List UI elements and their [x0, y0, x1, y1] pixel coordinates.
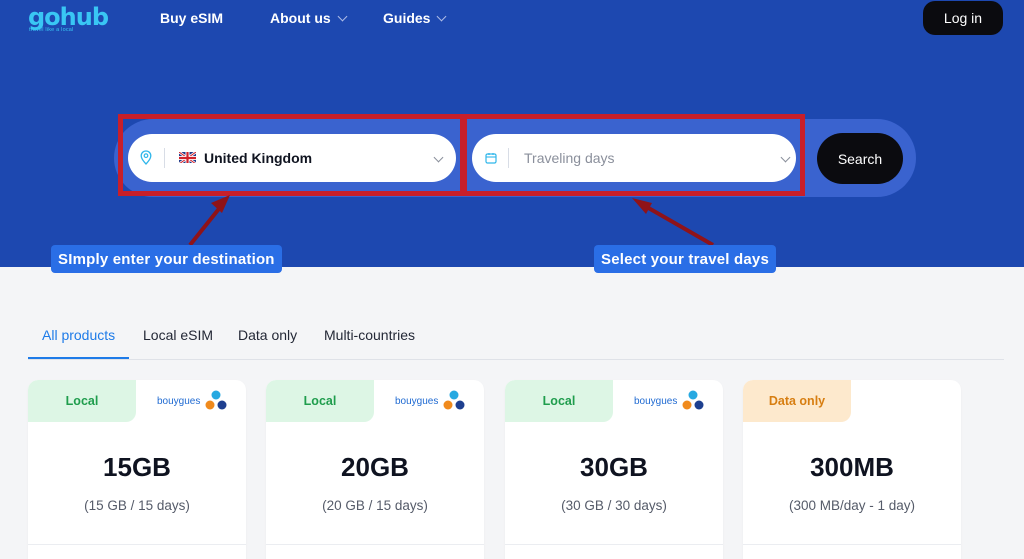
card-divider — [743, 544, 961, 545]
local-badge: Local — [28, 380, 136, 422]
product-card[interactable]: Local bouygues 15GB (15 GB / 15 days) — [28, 380, 246, 559]
bouygues-logo-icon — [443, 390, 465, 410]
bouygues-logo-icon — [682, 390, 704, 410]
destination-callout: SImply enter your destination — [51, 245, 282, 273]
data-only-badge: Data only — [743, 380, 851, 422]
product-card[interactable]: Local bouygues 30GB (30 GB / 30 days) — [505, 380, 723, 559]
operator-name: bouygues — [157, 395, 201, 407]
days-callout: Select your travel days — [594, 245, 777, 273]
plan-description: (15 GB / 15 days) — [84, 498, 190, 513]
tab-local-esim[interactable]: Local eSIM — [143, 327, 213, 343]
tab-data-only[interactable]: Data only — [238, 327, 297, 343]
destination-arrow — [188, 195, 230, 247]
plan-size: 300MB — [810, 452, 894, 482]
days-arrow — [632, 198, 714, 247]
product-card[interactable]: Data only 300MB (300 MB/day - 1 day) — [743, 380, 961, 559]
plan-description: (20 GB / 15 days) — [322, 498, 428, 513]
card-divider — [266, 544, 484, 545]
tab-all-products[interactable]: All products — [42, 327, 115, 343]
operator-logo: bouygues — [634, 390, 706, 412]
plan-size: 30GB — [580, 452, 648, 482]
plan-description: (300 MB/day - 1 day) — [788, 498, 916, 513]
operator-name: bouygues — [634, 395, 678, 407]
local-badge: Local — [266, 380, 374, 422]
bouygues-logo-icon — [205, 390, 227, 410]
operator-logo: bouygues — [157, 390, 229, 412]
product-tabs: All products Local eSIM Data only Multi-… — [28, 324, 1004, 360]
card-divider — [28, 544, 246, 545]
plan-size: 20GB — [341, 452, 409, 482]
local-badge: Local — [505, 380, 613, 422]
operator-logo: bouygues — [395, 390, 467, 412]
card-divider — [505, 544, 723, 545]
active-tab-indicator — [28, 357, 129, 359]
plan-size: 15GB — [103, 452, 171, 482]
tab-multi-countries[interactable]: Multi-countries — [324, 327, 415, 343]
operator-name: bouygues — [395, 395, 439, 407]
plan-description: (30 GB / 30 days) — [561, 498, 667, 513]
product-card[interactable]: Local bouygues 20GB (20 GB / 15 days) — [266, 380, 484, 559]
